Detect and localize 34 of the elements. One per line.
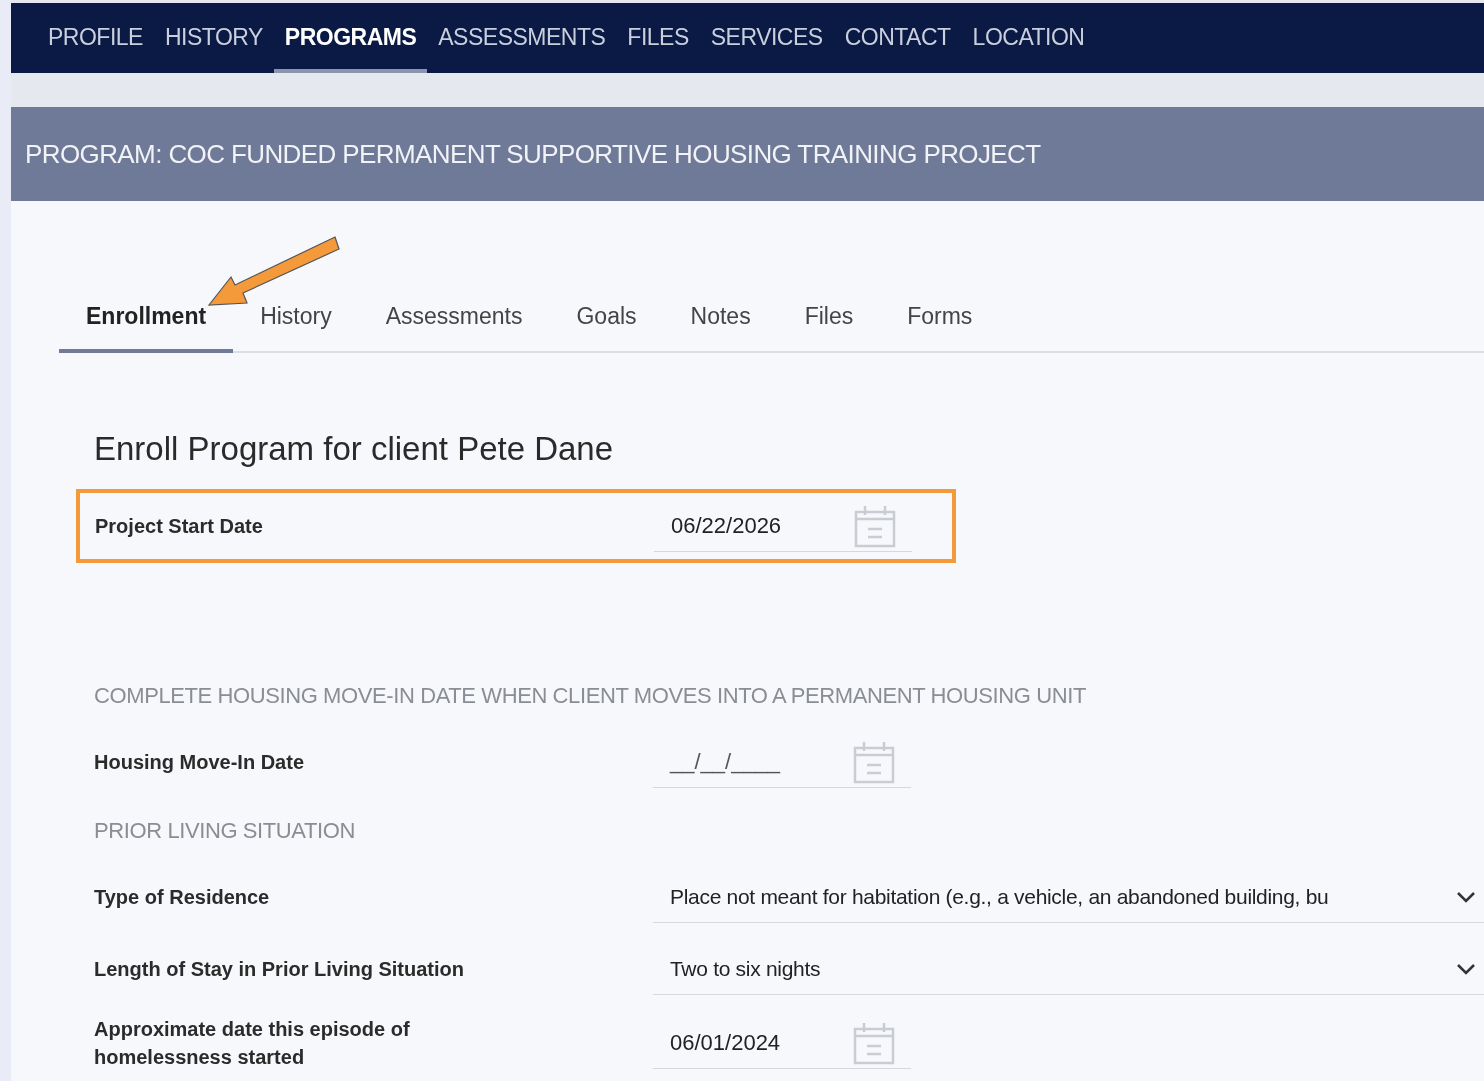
field-label: Type of Residence	[94, 885, 271, 910]
tab[interactable]: Files	[777, 298, 881, 353]
nav-tab[interactable]: ASSESSMENTS	[427, 3, 617, 74]
nav-tab[interactable]: CONTACT	[833, 3, 962, 74]
tab[interactable]: Notes	[663, 298, 778, 353]
calendar-icon[interactable]	[853, 739, 895, 784]
calendar-icon[interactable]	[854, 503, 896, 548]
nav-tab[interactable]: PROFILE	[37, 3, 154, 74]
calendar-icon[interactable]	[853, 1020, 895, 1065]
nav-tab[interactable]: SERVICES	[699, 3, 834, 74]
section-heading: COMPLETE HOUSING MOVE-IN DATE WHEN CLIENT MOVES INTO A PERMANENT HOUSING UNIT	[94, 682, 1087, 710]
nav-tab[interactable]: PROGRAMS	[273, 3, 428, 74]
program-title: PROGRAM: COC FUNDED PERMANENT SUPPORTIVE HOUSING TRAINING PROJECT	[25, 137, 1041, 171]
field-label: Approximate date this episode of homelessness started	[94, 1017, 411, 1070]
tab[interactable]: Enrollment	[59, 298, 234, 353]
tab[interactable]: Assessments	[358, 298, 550, 353]
date-field[interactable]: __/__/____	[653, 736, 911, 788]
nav-tab[interactable]: LOCATION	[961, 3, 1096, 74]
tab[interactable]: Goals	[549, 298, 664, 353]
tab[interactable]: History	[233, 298, 359, 353]
chevron-down-icon	[1456, 890, 1476, 903]
chevron-down-icon	[1456, 962, 1476, 975]
field-label: Length of Stay in Prior Living Situation	[94, 957, 465, 982]
section-heading: PRIOR LIVING SITUATION	[94, 817, 356, 845]
form-title: Enroll Program for client Pete Dane	[94, 429, 615, 469]
date-field[interactable]: 06/01/2024	[653, 1017, 911, 1069]
tab[interactable]: Forms	[880, 298, 1000, 353]
nav-tab[interactable]: HISTORY	[153, 3, 274, 74]
dropdown-field[interactable]: Place not meant for habitation (e.g., a vehicle, an abandoned building, bu	[653, 871, 1484, 923]
dropdown-field[interactable]: Two to six nights	[653, 943, 1484, 995]
date-field[interactable]: 06/22/2026	[654, 500, 912, 552]
field-label: Housing Move-In Date	[94, 750, 305, 775]
field-label: Project Start Date	[95, 514, 264, 539]
nav-tab[interactable]: FILES	[616, 3, 700, 74]
